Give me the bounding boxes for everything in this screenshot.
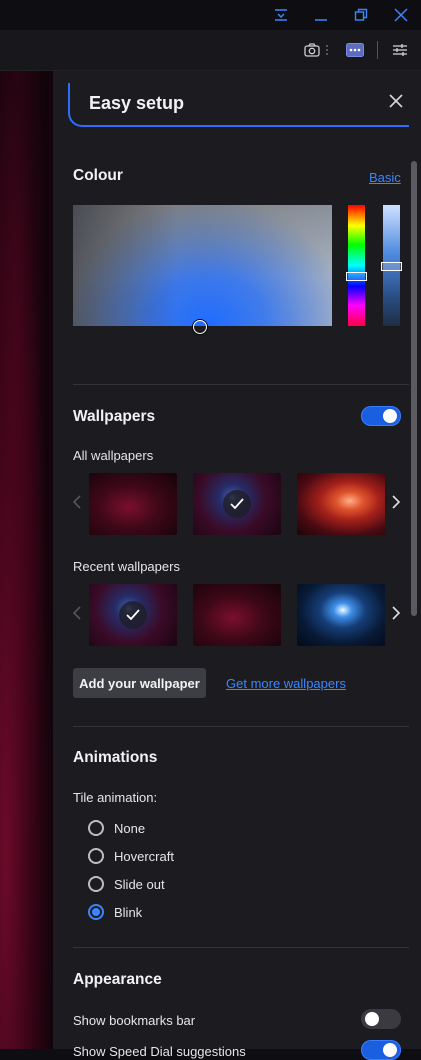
wallpaper-thumbnail-red-nebula[interactable] bbox=[89, 473, 177, 535]
window-titlebar bbox=[0, 0, 421, 30]
chevron-right-icon[interactable] bbox=[389, 492, 403, 512]
wallpaper-thumbnail-blue-nebula[interactable] bbox=[193, 473, 281, 535]
radio-label-none: None bbox=[114, 821, 146, 836]
basic-mode-link[interactable]: Basic bbox=[369, 170, 401, 185]
toolbar-divider bbox=[377, 41, 378, 59]
tile-animation-label: Tile animation: bbox=[73, 790, 158, 805]
more-icon[interactable] bbox=[344, 39, 366, 61]
wallpapers-section-title: Wallpapers bbox=[73, 408, 156, 425]
restore-icon[interactable] bbox=[347, 4, 375, 26]
lightness-slider-thumb[interactable] bbox=[381, 262, 402, 271]
bookmarks-bar-toggle[interactable] bbox=[361, 1009, 401, 1029]
recent-wallpaper-thumbnail-red-nebula[interactable] bbox=[193, 584, 281, 646]
menu-down-icon[interactable] bbox=[267, 4, 295, 26]
easy-setup-icon[interactable] bbox=[389, 39, 411, 61]
colour-picker-handle[interactable] bbox=[193, 320, 207, 334]
radio-blink[interactable] bbox=[88, 904, 104, 920]
speed-dial-suggestions-label: Show Speed Dial suggestions bbox=[73, 1044, 246, 1059]
add-your-wallpaper-button[interactable]: Add your wallpaper bbox=[73, 668, 206, 698]
wallpaper-thumbnail-orange-galaxy[interactable] bbox=[297, 473, 385, 535]
appearance-section-title: Appearance bbox=[73, 971, 162, 988]
speed-dial-suggestions-toggle[interactable] bbox=[361, 1040, 401, 1060]
recent-wallpapers-label: Recent wallpapers bbox=[73, 559, 180, 574]
radio-hovercraft[interactable] bbox=[88, 848, 104, 864]
panel-header: Easy setup bbox=[68, 81, 409, 127]
recent-wallpaper-thumbnail-blue-nebula[interactable] bbox=[89, 584, 177, 646]
easy-setup-panel: Easy setup Colour Basic Wallpapers All w… bbox=[53, 71, 421, 1060]
chevron-left-icon[interactable] bbox=[70, 603, 84, 623]
radio-label-blink: Blink bbox=[114, 905, 143, 920]
chevron-left-icon[interactable] bbox=[70, 492, 84, 512]
radio-none[interactable] bbox=[88, 820, 104, 836]
chevron-right-icon[interactable] bbox=[389, 603, 403, 623]
selected-check-icon bbox=[119, 601, 147, 629]
close-icon[interactable] bbox=[387, 4, 415, 26]
show-bookmarks-bar-label: Show bookmarks bar bbox=[73, 1013, 196, 1028]
panel-scrollbar[interactable] bbox=[411, 161, 417, 616]
all-wallpapers-label: All wallpapers bbox=[73, 448, 154, 463]
get-more-wallpapers-link[interactable]: Get more wallpapers bbox=[226, 676, 346, 691]
hue-slider[interactable] bbox=[348, 205, 365, 326]
section-divider bbox=[73, 947, 409, 948]
colour-saturation-picker[interactable] bbox=[73, 205, 332, 326]
selected-check-icon bbox=[223, 490, 251, 518]
background-wallpaper bbox=[0, 71, 53, 1049]
section-divider bbox=[73, 384, 409, 385]
recent-wallpaper-thumbnail-blue-planet[interactable] bbox=[297, 584, 385, 646]
camera-icon[interactable] bbox=[301, 39, 323, 61]
close-icon bbox=[389, 94, 403, 108]
wallpapers-toggle[interactable] bbox=[361, 406, 401, 426]
hue-slider-thumb[interactable] bbox=[346, 272, 367, 281]
radio-label-slide-out: Slide out bbox=[114, 877, 165, 892]
panel-title: Easy setup bbox=[89, 93, 185, 113]
animations-section-title: Animations bbox=[73, 749, 158, 766]
section-divider bbox=[73, 726, 409, 727]
radio-label-hovercraft: Hovercraft bbox=[114, 849, 174, 864]
separator-dots-icon bbox=[323, 39, 331, 61]
close-panel-button[interactable] bbox=[384, 89, 408, 113]
colour-section-title: Colour bbox=[73, 167, 123, 184]
browser-toolbar bbox=[0, 30, 421, 71]
minimize-icon[interactable] bbox=[307, 4, 335, 26]
radio-slide-out[interactable] bbox=[88, 876, 104, 892]
